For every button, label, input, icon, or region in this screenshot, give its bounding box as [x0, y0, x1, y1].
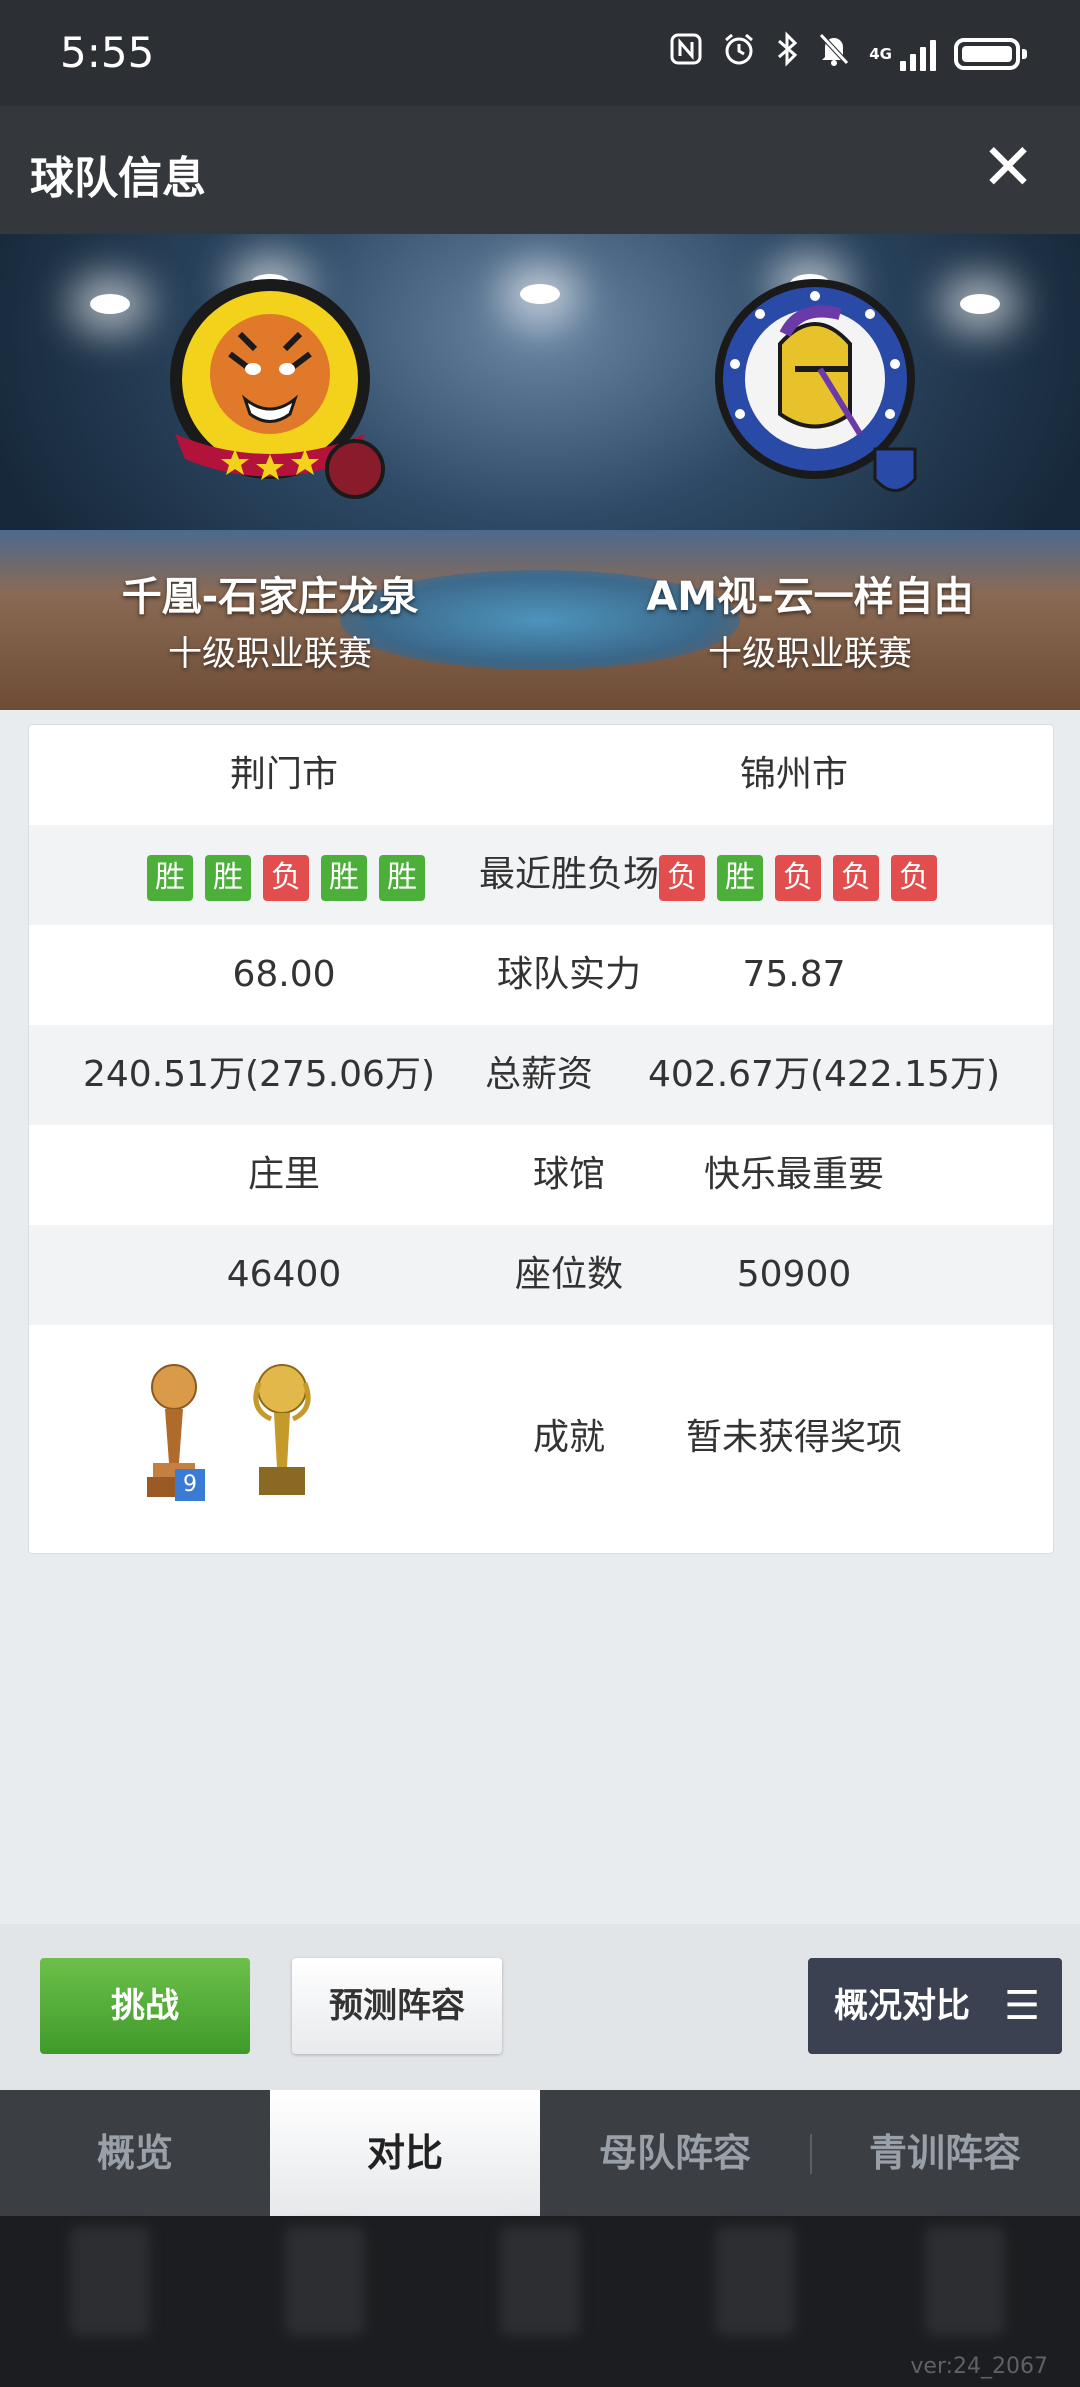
- right-arena: 快乐最重要: [703, 1154, 884, 1195]
- right-recent-results: 负胜负负负: [659, 855, 937, 901]
- left-team-league: 十级职业联赛: [168, 634, 372, 674]
- left-result-badge: 胜: [205, 855, 251, 901]
- right-strength: 75.87: [742, 954, 846, 995]
- tiger-logo: [170, 279, 385, 499]
- close-icon[interactable]: ✕: [972, 132, 1044, 204]
- left-salary: 240.51万(275.06万): [82, 1054, 436, 1095]
- right-result-badge: 负: [891, 855, 937, 901]
- status-bar: 5:55 4G: [0, 0, 1080, 106]
- status-icons: 4G: [669, 30, 1027, 78]
- tab-bar: 概览 对比 母队阵容 青训阵容: [0, 2090, 1080, 2216]
- tab-overview[interactable]: 概览: [0, 2090, 270, 2216]
- city-row: 荆门市 锦州市: [29, 725, 1053, 825]
- right-salary: 402.67万(422.15万): [647, 1054, 1001, 1095]
- comparison-card: 荆门市 锦州市 胜胜负胜胜 最近胜负场 负胜负负负 68.00 球队实力 75.…: [28, 724, 1054, 1554]
- action-bar: 挑战 预测阵容 概况对比 ☰: [0, 1924, 1080, 2090]
- network-type: 4G: [869, 45, 892, 63]
- right-city: 锦州市: [739, 754, 848, 795]
- overview-compare-button[interactable]: 概况对比 ☰: [808, 1958, 1062, 2054]
- arena-row: 庄里 球馆 快乐最重要: [29, 1125, 1053, 1225]
- left-recent-results: 胜胜负胜胜: [147, 855, 425, 901]
- recent-record-row: 胜胜负胜胜 最近胜负场 负胜负负负: [29, 825, 1053, 925]
- right-result-badge: 负: [833, 855, 879, 901]
- seats-row: 46400 座位数 50900: [29, 1225, 1053, 1325]
- bluetooth-icon: [775, 30, 799, 78]
- right-result-badge: 负: [659, 855, 705, 901]
- tab-youth-roster[interactable]: 青训阵容: [810, 2090, 1080, 2216]
- left-result-badge: 胜: [147, 855, 193, 901]
- left-result-badge: 负: [263, 855, 309, 901]
- right-team-league: 十级职业联赛: [708, 634, 912, 674]
- left-team-name: 千凰-石家庄龙泉: [121, 574, 419, 620]
- right-achievements: 暂未获得奖项: [685, 1417, 902, 1458]
- status-time: 5:55: [60, 28, 155, 77]
- trophy-count-badge: 9: [175, 1469, 205, 1501]
- version-label: ver:24_2067: [910, 2354, 1048, 2379]
- right-result-badge: 负: [775, 855, 821, 901]
- bottom-nav-blurred: ver:24_2067: [0, 2216, 1080, 2387]
- right-team-name: AM视-云一样自由: [646, 574, 974, 620]
- left-result-badge: 胜: [321, 855, 367, 901]
- team-banner: 千凰-石家庄龙泉 十级职业联赛 AM视-云一样自由 十级职业联赛: [0, 234, 1080, 710]
- gold-trophy-icon: [253, 1364, 311, 1495]
- strength-row: 68.00 球队实力 75.87: [29, 925, 1053, 1025]
- overview-compare-label: 概况对比: [834, 1986, 970, 2026]
- nfc-icon: [669, 32, 703, 77]
- alarm-icon: [721, 31, 757, 78]
- achievements-row: 9 成就 暂未获得奖项: [29, 1325, 1053, 1551]
- tab-compare[interactable]: 对比: [270, 2090, 540, 2216]
- right-result-badge: 胜: [717, 855, 763, 901]
- page-header: 球队信息 ✕: [0, 106, 1080, 234]
- signal-icon: [900, 37, 936, 71]
- left-city: 荆门市: [229, 754, 338, 795]
- menu-icon: ☰: [1004, 1983, 1040, 2029]
- page-title: 球队信息: [30, 153, 206, 204]
- salary-row: 240.51万(275.06万) 总薪资 402.67万(422.15万): [29, 1025, 1053, 1125]
- salary-label: 总薪资: [484, 1054, 593, 1095]
- mute-icon: [817, 31, 851, 78]
- challenge-button[interactable]: 挑战: [40, 1958, 250, 2054]
- right-seats: 50900: [736, 1254, 852, 1295]
- battery-icon: [954, 38, 1027, 70]
- tab-parent-roster[interactable]: 母队阵容: [540, 2090, 810, 2216]
- predict-lineup-button[interactable]: 预测阵容: [292, 1958, 502, 2054]
- knight-logo: [715, 279, 917, 492]
